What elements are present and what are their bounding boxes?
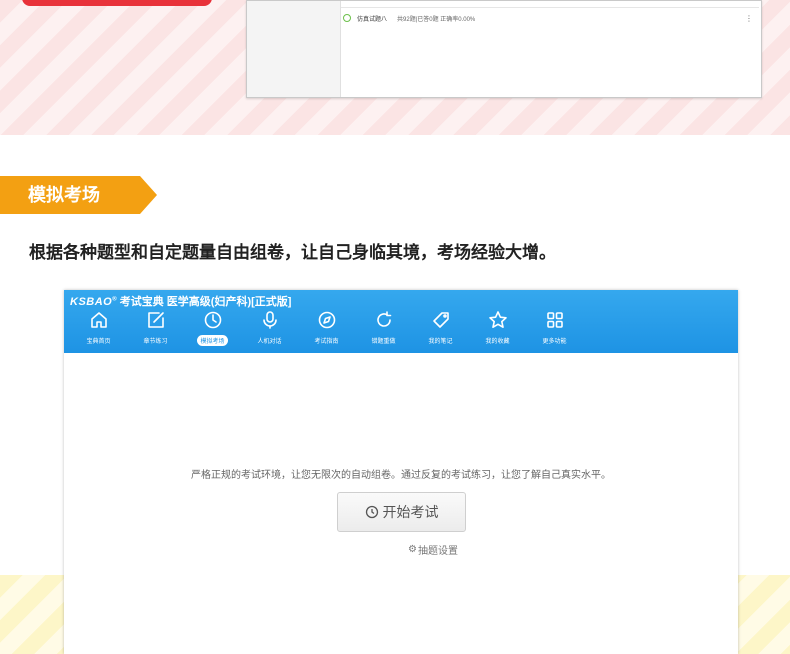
clock-icon bbox=[204, 311, 221, 329]
exam-name: 仿真试题八 bbox=[357, 16, 388, 23]
top-screenshot-window: 仿真试题八 共92题|已答0题 正确率0.00% ⋮ bbox=[246, 0, 762, 98]
nav-label: 我的收藏 bbox=[485, 339, 510, 345]
exam-meta: 共92题|已答0题 正确率0.00% bbox=[397, 16, 476, 23]
app-subtitle: 医学高级(妇产科)[正式版] bbox=[166, 296, 292, 308]
more-icon[interactable]: ⋮ bbox=[745, 14, 753, 23]
gear-icon: ⚙ bbox=[408, 544, 417, 555]
star-icon bbox=[488, 311, 507, 328]
product-name: 考试宝典 bbox=[119, 296, 164, 308]
nav-mock-exam[interactable]: 模拟考场 bbox=[184, 310, 241, 350]
refresh-icon bbox=[376, 311, 391, 327]
nav-label: 章节练习 bbox=[143, 339, 168, 345]
nav-label: 考试指南 bbox=[314, 339, 339, 345]
nav-home[interactable]: 宝典首页 bbox=[70, 310, 127, 350]
app-window: KSBAO® 考试宝典 医学高级(妇产科)[正式版] 宝典首页 章节练习 模拟考… bbox=[64, 290, 738, 654]
home-icon bbox=[90, 312, 107, 328]
registered-mark: ® bbox=[112, 296, 117, 303]
nav-notes[interactable]: 我的笔记 bbox=[412, 310, 469, 350]
brand-logo: KSBAO bbox=[70, 296, 113, 308]
exam-intro-text: 严格正规的考试环境，让您无限次的自动组卷。通过反复的考试练习，让您了解自己真实水… bbox=[191, 470, 611, 481]
nav-more[interactable]: 更多功能 bbox=[526, 310, 583, 350]
microphone-icon bbox=[262, 311, 277, 329]
section-tag: 模拟考场 bbox=[0, 176, 157, 214]
exam-list-item[interactable]: 仿真试题八 共92题|已答0题 正确率0.00% ⋮ bbox=[343, 11, 753, 25]
section-description: 根据各种题型和自定题量自由组卷，让自己身临其境，考场经验大增。 bbox=[29, 243, 556, 262]
settings-label: 抽题设置 bbox=[417, 546, 458, 557]
divider bbox=[341, 7, 759, 8]
top-window-sidebar bbox=[247, 1, 341, 97]
compass-icon bbox=[318, 311, 335, 329]
status-circle-icon bbox=[343, 14, 351, 22]
start-exam-button[interactable]: 开始考试 bbox=[337, 492, 466, 532]
app-header: KSBAO® 考试宝典 医学高级(妇产科)[正式版] 宝典首页 章节练习 模拟考… bbox=[64, 290, 738, 353]
nav-dialogue[interactable]: 人机对话 bbox=[241, 310, 298, 350]
main-nav: 宝典首页 章节练习 模拟考场 人机对话 考试指南 错题重做 我的笔记 我的收藏 … bbox=[70, 310, 583, 350]
nav-label: 宝典首页 bbox=[86, 339, 111, 345]
app-title: KSBAO® 考试宝典 医学高级(妇产科)[正式版] bbox=[70, 293, 291, 309]
top-red-button[interactable] bbox=[22, 0, 212, 6]
nav-favorites[interactable]: 我的收藏 bbox=[469, 310, 526, 350]
start-exam-label: 开始考试 bbox=[382, 504, 439, 520]
nav-label: 我的笔记 bbox=[428, 339, 453, 345]
nav-redo-wrong[interactable]: 错题重做 bbox=[355, 310, 412, 350]
nav-chapter-practice[interactable]: 章节练习 bbox=[127, 310, 184, 350]
nav-label: 模拟考场 bbox=[197, 335, 228, 346]
clock-icon bbox=[365, 505, 378, 519]
nav-label: 更多功能 bbox=[542, 339, 567, 345]
nav-label: 人机对话 bbox=[257, 339, 282, 345]
grid-icon bbox=[546, 312, 563, 328]
edit-icon bbox=[147, 312, 164, 328]
tag-icon bbox=[432, 312, 449, 328]
nav-guide[interactable]: 考试指南 bbox=[298, 310, 355, 350]
nav-label: 错题重做 bbox=[371, 339, 396, 345]
question-settings-link[interactable]: ⚙ 抽题设置 bbox=[408, 542, 458, 557]
